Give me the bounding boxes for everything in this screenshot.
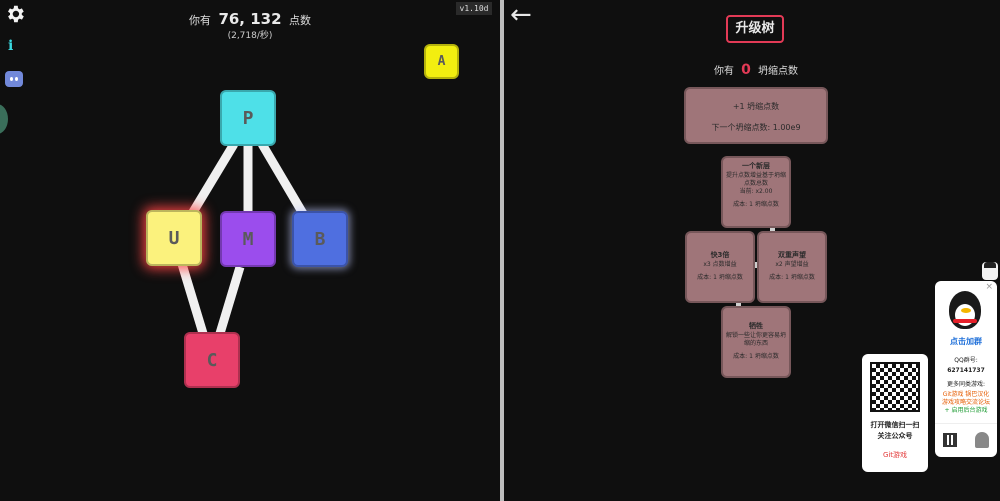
upgrade-card[interactable]: 快3倍 x3 点数增益 成本: 1 坍缩点数 — [685, 231, 755, 303]
prestige-button[interactable]: +1 坍缩点数 下一个坍缩点数: 1.00e9 — [684, 87, 828, 144]
upgrade-title: 快3倍 — [710, 251, 730, 259]
upgrade-desc: x3 点数增益 — [703, 261, 737, 268]
collapse-points-suffix: 坍缩点数 — [758, 66, 799, 77]
upgrade-tree-pane: ← 升级树 你有 0 坍缩点数 +1 坍缩点数 下一个坍缩点数: 1.00e9 … — [504, 0, 1000, 501]
qq-group-number: 627141737 — [947, 367, 985, 374]
prestige-next: 下一个坍缩点数: 1.00e9 — [711, 123, 801, 132]
close-icon[interactable]: × — [985, 282, 993, 292]
upgrade-title: 双重声望 — [778, 251, 806, 259]
upgrade-card[interactable]: 双重声望 x2 声望增益 成本: 1 坍缩点数 — [757, 231, 827, 303]
collapse-points-value: 0 — [741, 62, 751, 78]
layer-node-c[interactable]: C — [184, 332, 240, 388]
upgrade-desc: 解锁一些让你更容易坍缩的东西 — [726, 332, 787, 347]
connector-m-c — [213, 265, 245, 342]
qq-footer — [935, 423, 997, 458]
qq-penguin-beak — [961, 308, 971, 313]
collapse-points-display: 你有 0 坍缩点数 — [504, 62, 1000, 78]
qq-group-label: QQ群号: — [954, 357, 978, 364]
qq-group-panel: × 点击加群 QQ群号: 627141737 更多同类游戏: Git游戏 锅巴汉… — [935, 281, 997, 457]
upgrade-cost: 成本: 1 坍缩点数 — [769, 274, 815, 281]
upgrade-desc: 提升点数增益基于坍缩点数总数 — [726, 172, 787, 187]
layer-node-u[interactable]: U — [146, 210, 202, 266]
upgrade-card[interactable]: 牺牲 解锁一些让你更容易坍缩的东西 成本: 1 坍缩点数 — [721, 306, 791, 378]
qq-link-background[interactable]: + 启用后台游戏 — [935, 407, 997, 415]
wechat-follow-text: 关注公众号 — [877, 432, 913, 440]
layer-node-b[interactable]: B — [292, 211, 348, 267]
bell-icon[interactable] — [975, 432, 989, 448]
upgrade-tree-title: 升级树 — [726, 15, 784, 43]
qq-links: Git游戏 锅巴汉化 游戏攻略交流论坛 + 启用后台游戏 — [935, 391, 997, 415]
qq-link-git[interactable]: Git游戏 锅巴汉化 — [935, 391, 997, 399]
upgrade-title: 牺牲 — [749, 322, 763, 330]
upgrade-cost: 成本: 1 坍缩点数 — [697, 274, 743, 281]
layer-node-a[interactable]: A — [424, 44, 459, 79]
upgrade-cost: 成本: 1 坍缩点数 — [733, 353, 779, 360]
mascot-icon[interactable] — [982, 262, 998, 280]
wechat-panel: 打开微信扫一扫 关注公众号 Git游戏 — [862, 354, 928, 472]
upgrade-desc: x2 声望增益 — [775, 261, 809, 268]
wechat-qr-code — [870, 362, 920, 412]
layer-node-m[interactable]: M — [220, 211, 276, 267]
qq-link-forum[interactable]: 游戏攻略交流论坛 — [935, 399, 997, 407]
prestige-gain: +1 坍缩点数 — [732, 102, 780, 111]
qq-join-link[interactable]: 点击加群 — [935, 336, 997, 347]
qq-more-games: 更多同类游戏: — [946, 381, 986, 388]
upgrade-title: 一个新层 — [742, 162, 770, 170]
main-game-pane: i 你有 76, 132 点数 (2,718/秒) v1.10d A P U M… — [0, 0, 500, 501]
upgrade-card[interactable]: 一个新层 提升点数增益基于坍缩点数总数 当前: x2.00 成本: 1 坍缩点数 — [721, 156, 791, 228]
collapse-points-prefix: 你有 — [713, 66, 734, 77]
wechat-scan-text: 打开微信扫一扫 — [870, 421, 920, 429]
upgrade-cost: 成本: 1 坍缩点数 — [733, 201, 779, 208]
back-arrow-icon[interactable]: ← — [510, 2, 532, 28]
qr-code-icon[interactable] — [943, 433, 957, 447]
layer-node-p[interactable]: P — [220, 90, 276, 146]
upgrade-extra: 当前: x2.00 — [739, 188, 773, 195]
wechat-account-name: Git游戏 — [882, 451, 908, 459]
connector-u-c — [177, 262, 210, 342]
